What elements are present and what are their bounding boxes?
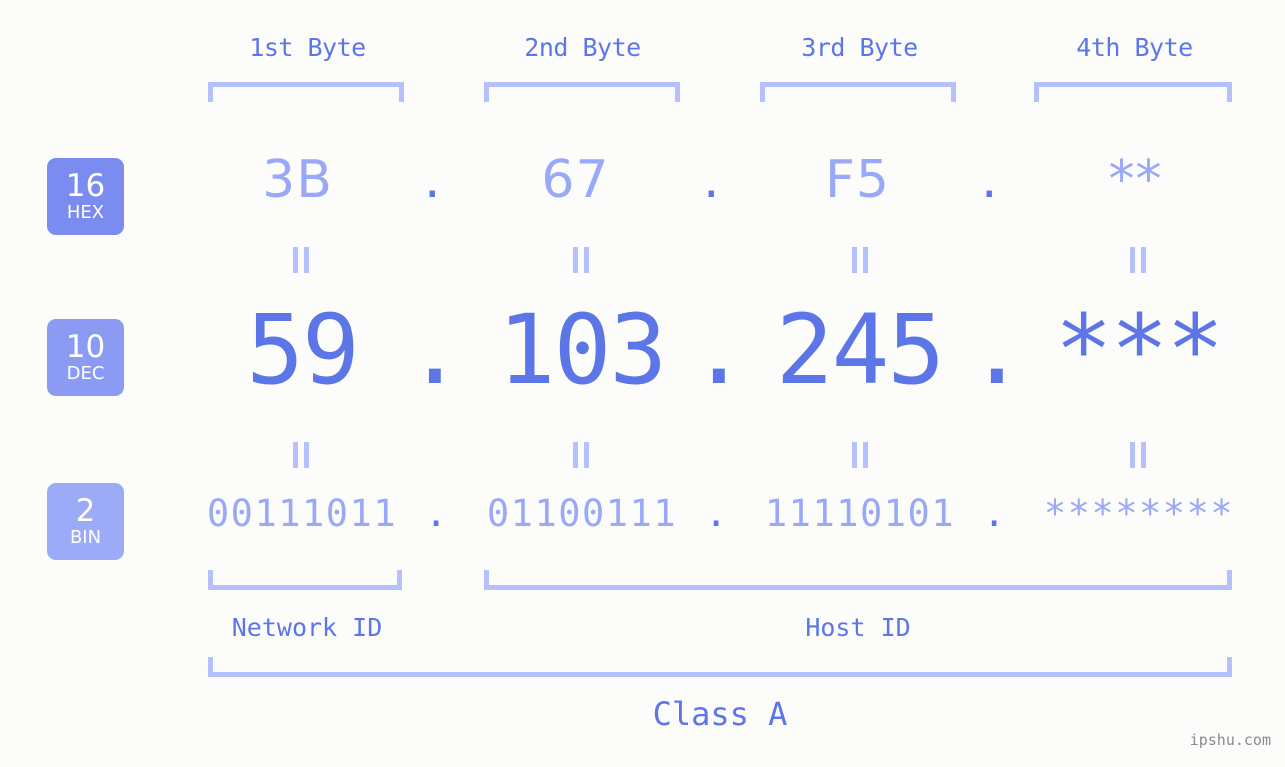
bin-byte-2: 01100111 xyxy=(486,492,678,535)
equals-connector-dec-bin-4 xyxy=(1127,442,1149,468)
host-id-label: Host ID xyxy=(805,613,911,642)
hex-separator-3: . xyxy=(981,150,998,210)
base-badge-bin: 2 BIN xyxy=(47,483,124,560)
bin-separator-3: . xyxy=(983,492,1006,535)
bin-byte-4: ******** xyxy=(1043,492,1235,535)
base-badge-dec: 10 DEC xyxy=(47,319,124,396)
base-badge-dec-number: 10 xyxy=(65,329,106,365)
byte-bracket-3 xyxy=(760,82,956,102)
byte-header-label-4: 4th Byte xyxy=(1076,33,1193,62)
equals-connector-dec-bin-3 xyxy=(849,442,871,468)
byte-bracket-1 xyxy=(208,82,404,102)
site-watermark: ipshu.com xyxy=(1189,731,1271,749)
byte-bracket-2 xyxy=(484,82,680,102)
equals-connector-hex-dec-3 xyxy=(849,247,871,273)
base-badge-hex-number: 16 xyxy=(65,168,106,204)
network-id-label: Network ID xyxy=(231,613,383,642)
equals-connector-dec-bin-1 xyxy=(290,442,312,468)
bin-byte-1: 00111011 xyxy=(206,492,398,535)
base-badge-bin-name: BIN xyxy=(69,527,102,548)
dec-byte-1: 59 xyxy=(246,294,360,406)
bin-separator-2: . xyxy=(705,492,728,535)
dec-byte-4: *** xyxy=(1054,294,1224,406)
hex-byte-2: 67 xyxy=(541,150,610,210)
base-badge-bin-number: 2 xyxy=(75,493,96,529)
network-id-bracket xyxy=(208,570,402,590)
class-bracket xyxy=(208,657,1232,677)
dec-byte-2: 103 xyxy=(497,294,667,406)
equals-connector-hex-dec-4 xyxy=(1127,247,1149,273)
equals-connector-dec-bin-2 xyxy=(570,442,592,468)
byte-header-label-1: 1st Byte xyxy=(249,33,366,62)
base-badge-hex-name: HEX xyxy=(66,202,105,223)
host-id-bracket xyxy=(484,570,1232,590)
equals-connector-hex-dec-2 xyxy=(570,247,592,273)
equals-connector-hex-dec-1 xyxy=(290,247,312,273)
class-label: Class A xyxy=(652,695,788,733)
bin-separator-1: . xyxy=(425,492,448,535)
hex-byte-1: 3B xyxy=(262,150,333,210)
hex-byte-3: F5 xyxy=(825,150,890,210)
hex-separator-2: . xyxy=(703,150,720,210)
bin-byte-3: 11110101 xyxy=(764,492,956,535)
byte-header-label-2: 2nd Byte xyxy=(524,33,641,62)
base-badge-hex: 16 HEX xyxy=(47,158,124,235)
byte-bracket-4 xyxy=(1034,82,1232,102)
base-badge-dec-name: DEC xyxy=(66,363,105,384)
dec-byte-3: 245 xyxy=(775,294,945,406)
hex-separator-1: . xyxy=(424,150,441,210)
hex-byte-4: ** xyxy=(1108,150,1163,210)
ip-breakdown-diagram: 1st Byte 2nd Byte 3rd Byte 4th Byte 16 H… xyxy=(0,0,1285,767)
byte-header-label-3: 3rd Byte xyxy=(801,33,918,62)
